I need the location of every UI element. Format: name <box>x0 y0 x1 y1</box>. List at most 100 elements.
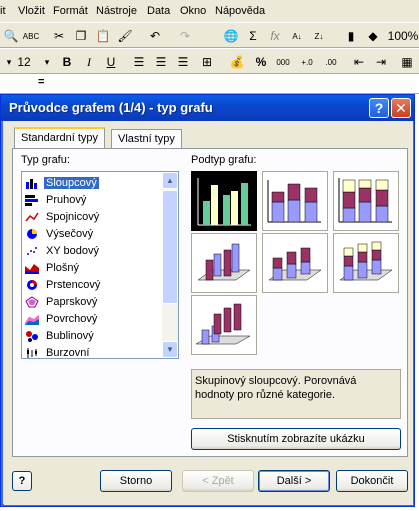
menu-help[interactable]: Nápověda <box>215 5 265 17</box>
chart-type-label: Prstencový <box>46 278 101 291</box>
italic-icon[interactable]: I <box>80 53 98 71</box>
increase-indent-icon[interactable]: ⇥ <box>372 53 390 71</box>
chart-wizard-dialog: Průvodce grafem (1/4) - typ grafu ? ✕ St… <box>0 94 415 507</box>
subtype-3d-stacked-column[interactable] <box>262 233 328 293</box>
sort-descending-icon[interactable]: Z↓ <box>310 27 328 45</box>
chart-type-label: Plošný <box>46 261 80 274</box>
subtype-stacked-column[interactable] <box>262 171 328 231</box>
office-assistant-icon[interactable]: ? <box>12 471 32 491</box>
back-button[interactable]: < Zpět <box>182 470 254 492</box>
chart-type-1[interactable]: Sloupcový <box>24 174 162 191</box>
menu-bar: it Vložit Formát Nástroje Data Okno Nápo… <box>0 0 419 22</box>
chart-list-scrollbar[interactable]: ▲ ▼ <box>162 172 178 358</box>
sort-ascending-icon[interactable]: A↓ <box>288 27 306 45</box>
format-painter-icon[interactable]: 🖌 <box>116 27 134 45</box>
chart-type-8[interactable]: Paprskový <box>24 293 162 310</box>
merge-center-icon[interactable]: ⊞ <box>198 53 216 71</box>
chart-wizard-icon[interactable]: ▮ <box>342 27 360 45</box>
chart-type-label: Paprskový <box>46 295 98 308</box>
next-button[interactable]: Další > <box>258 470 330 492</box>
chart-type-label: Typ grafu: <box>21 154 70 166</box>
subtype-3d-100-stacked-column[interactable] <box>333 233 399 293</box>
chart-type-4[interactable]: Výsečový <box>24 225 162 242</box>
cut-icon[interactable]: ✂ <box>50 27 68 45</box>
tab-custom-types[interactable]: Vlastní typy <box>111 129 182 149</box>
dialog-title: Průvodce grafem (1/4) - typ grafu <box>9 100 213 115</box>
subtype-label: Podtyp grafu: <box>191 154 257 166</box>
area-chart-icon <box>24 261 40 275</box>
menu-insert[interactable]: Vložit <box>18 5 45 17</box>
chart-type-11[interactable]: Burzovní <box>24 344 162 358</box>
chart-type-label: XY bodový <box>46 244 100 257</box>
increase-decimal-icon[interactable]: +.0 <box>298 53 316 71</box>
subtype-description: Skupinový sloupcový. Porovnává hodnoty p… <box>191 369 401 419</box>
decrease-decimal-icon[interactable]: .00 <box>322 53 340 71</box>
chart-type-label: Povrchový <box>46 312 98 325</box>
chart-type-9[interactable]: Povrchový <box>24 310 162 327</box>
function-icon[interactable]: fx <box>266 27 284 45</box>
currency-icon[interactable]: 💰 <box>228 53 246 71</box>
subtype-100-stacked-column[interactable] <box>333 171 399 231</box>
menu-window[interactable]: Okno <box>180 5 206 17</box>
menu-format[interactable]: Formát <box>53 5 88 17</box>
equals-icon[interactable]: = <box>38 76 44 88</box>
zoom-box[interactable]: 100% <box>388 27 419 45</box>
subtype-3d-clustered-column[interactable] <box>191 233 257 293</box>
menu-tools[interactable]: Nástroje <box>96 5 137 17</box>
menu-edit[interactable]: it <box>0 5 6 17</box>
chart-type-2[interactable]: Pruhový <box>24 191 162 208</box>
hyperlink-icon[interactable]: 🌐 <box>222 27 240 45</box>
tab-panel: Typ grafu: Podtyp grafu: ▲ ▼ Sloupcový Pr… <box>12 148 408 457</box>
autosum-icon[interactable]: Σ <box>244 27 262 45</box>
percent-icon[interactable]: % <box>252 53 270 71</box>
scroll-up-button[interactable]: ▲ <box>162 172 178 189</box>
subtype-grid <box>191 171 401 357</box>
align-center-icon[interactable]: ☰ <box>152 53 170 71</box>
undo-icon[interactable]: ↶ <box>146 27 164 45</box>
paste-icon[interactable]: 📋 <box>94 27 112 45</box>
surface-chart-icon <box>24 312 40 326</box>
drawing-icon[interactable]: ◆ <box>364 27 382 45</box>
formula-bar: = <box>0 74 419 94</box>
borders-icon[interactable]: ▦ <box>398 53 416 71</box>
chart-type-list[interactable]: ▲ ▼ Sloupcový Pruhový Spojnicový Výsečový XY… <box>21 171 179 359</box>
scroll-down-button[interactable]: ▼ <box>162 341 178 358</box>
decrease-indent-icon[interactable]: ⇤ <box>350 53 368 71</box>
chart-type-7[interactable]: Prstencový <box>24 276 162 293</box>
font-size-dropdown-arrow[interactable]: ▾ <box>38 53 56 71</box>
title-close-button[interactable]: ✕ <box>391 98 411 118</box>
chart-type-6[interactable]: Plošný <box>24 259 162 276</box>
cancel-button[interactable]: Storno <box>100 470 172 492</box>
preview-icon[interactable]: 🔍 <box>2 27 20 45</box>
scatter-chart-icon <box>24 244 40 258</box>
chart-type-label: Bublinový <box>46 329 94 342</box>
chart-type-3[interactable]: Spojnicový <box>24 208 162 225</box>
title-help-button[interactable]: ? <box>369 98 389 118</box>
spelling-icon[interactable]: ABC <box>22 27 40 45</box>
doughnut-chart-icon <box>24 278 40 292</box>
copy-icon[interactable]: ❐ <box>72 27 90 45</box>
scroll-thumb[interactable] <box>162 190 178 304</box>
menu-data[interactable]: Data <box>147 5 170 17</box>
preview-sample-button[interactable]: Stisknutím zobrazíte ukázku <box>191 428 401 450</box>
standard-toolbar: 🔍 ABC ✂ ❐ 📋 🖌 ↶ ↷ 🌐 Σ fx A↓ Z↓ ▮ ◆ 100% <box>0 22 419 48</box>
tab-standard-types[interactable]: Standardní typy <box>14 127 106 149</box>
chart-type-label: Sloupcový <box>44 176 99 189</box>
column-chart-icon <box>24 176 40 190</box>
subtype-3d-column[interactable] <box>191 295 257 355</box>
finish-button[interactable]: Dokončit <box>336 470 408 492</box>
chart-type-label: Výsečový <box>46 227 94 240</box>
font-size-box[interactable]: 12 <box>12 53 36 71</box>
dialog-titlebar[interactable]: Průvodce grafem (1/4) - typ grafu ? ✕ <box>1 95 414 121</box>
align-left-icon[interactable]: ☰ <box>130 53 148 71</box>
bar-chart-icon <box>24 193 40 207</box>
bold-icon[interactable]: B <box>58 53 76 71</box>
tab-custom-types-label: Vlastní typy <box>118 133 175 145</box>
redo-icon[interactable]: ↷ <box>176 27 194 45</box>
chart-type-5[interactable]: XY bodový <box>24 242 162 259</box>
chart-type-10[interactable]: Bublinový <box>24 327 162 344</box>
underline-icon[interactable]: U <box>102 53 120 71</box>
thousands-icon[interactable]: 000 <box>274 53 292 71</box>
subtype-clustered-column[interactable] <box>191 171 257 231</box>
align-right-icon[interactable]: ☰ <box>174 53 192 71</box>
